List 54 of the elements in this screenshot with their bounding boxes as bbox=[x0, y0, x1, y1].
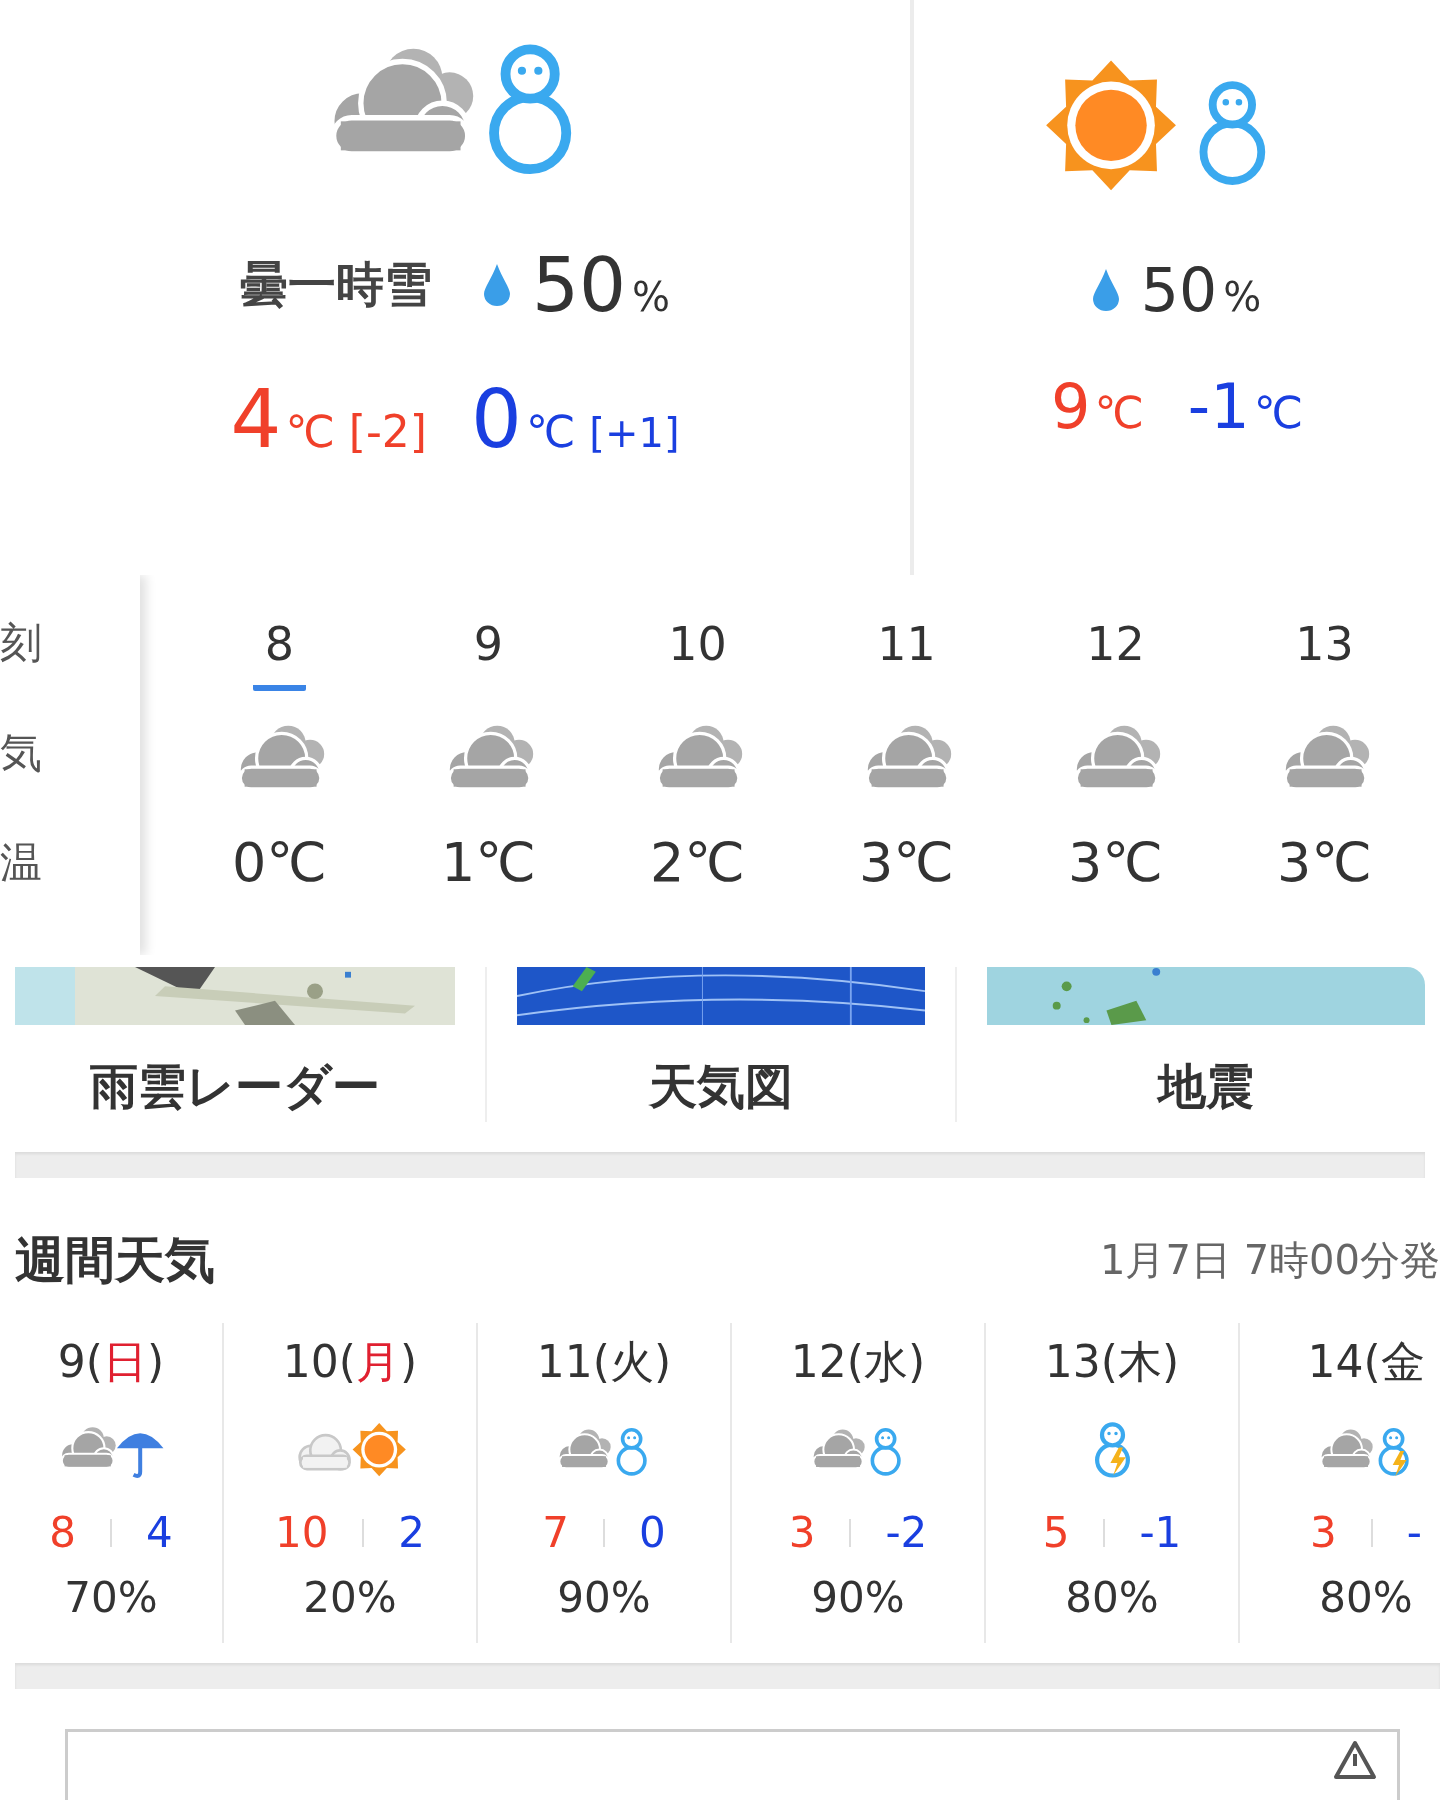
low-temperature: - bbox=[1406, 1508, 1422, 1557]
day-date: 14(金 bbox=[1307, 1335, 1425, 1389]
weather-condition: 曇一時雪 bbox=[239, 255, 432, 314]
section-title: 週間天気 bbox=[15, 1230, 215, 1291]
hour-temperature: 0℃ bbox=[232, 831, 327, 894]
hour-tab[interactable]: 10 bbox=[656, 617, 739, 691]
hour-temperature: 2℃ bbox=[650, 831, 745, 894]
row-label: 温 bbox=[0, 837, 43, 889]
low-temperature: -2 bbox=[885, 1508, 928, 1557]
day-date: 12(水) bbox=[790, 1335, 926, 1389]
raindrop-icon bbox=[483, 264, 510, 306]
high-temperature: 3 bbox=[1310, 1508, 1337, 1557]
precipitation-chance: 80% bbox=[1319, 1573, 1413, 1622]
row-label: 刻 bbox=[0, 617, 43, 669]
link-label[interactable]: 天気図 bbox=[649, 1055, 793, 1119]
issued-time: 1月7日 7時00分発 bbox=[1100, 1236, 1440, 1285]
day-date: 10(月) bbox=[282, 1335, 418, 1389]
day-date: 11(火) bbox=[536, 1335, 672, 1389]
high-temperature: 5 bbox=[1042, 1508, 1070, 1557]
hour-tab[interactable]: 9 bbox=[461, 617, 516, 691]
hour-temperature: 1℃ bbox=[441, 831, 536, 894]
low-temperature: 0℃ [+1] bbox=[471, 373, 680, 466]
hour-tab[interactable]: 11 bbox=[865, 617, 948, 691]
precipitation-chance: 80% bbox=[1065, 1573, 1159, 1622]
precipitation-chance: 70% bbox=[64, 1573, 158, 1622]
day-date: 9(日) bbox=[57, 1335, 165, 1389]
high-temperature: 4℃ [-2] bbox=[230, 373, 427, 466]
low-temperature: -1 bbox=[1139, 1508, 1182, 1557]
low-temperature: 0 bbox=[639, 1508, 666, 1557]
precipitation-chance: 20% bbox=[303, 1573, 397, 1622]
high-temperature: 9℃ bbox=[1050, 370, 1144, 443]
precipitation-chance: 50% bbox=[1140, 255, 1262, 325]
row-label: 気 bbox=[0, 727, 43, 779]
link-label[interactable]: 地震 bbox=[1158, 1055, 1254, 1119]
low-temperature: 4 bbox=[146, 1508, 173, 1557]
hour-temperature: 3℃ bbox=[859, 831, 954, 894]
hour-tab[interactable]: 12 bbox=[1074, 617, 1157, 691]
raindrop-icon bbox=[1092, 269, 1119, 311]
high-temperature: 3 bbox=[788, 1508, 816, 1557]
high-temperature: 8 bbox=[49, 1508, 76, 1557]
low-temperature: 2 bbox=[398, 1508, 426, 1557]
hour-temperature: 3℃ bbox=[1068, 831, 1163, 894]
precipitation-chance: 50% bbox=[531, 242, 671, 328]
high-temperature: 7 bbox=[542, 1508, 569, 1557]
precipitation-chance: 90% bbox=[811, 1573, 905, 1622]
hour-tab[interactable]: 8 bbox=[252, 617, 307, 691]
link-label[interactable]: 雨雲レーダー bbox=[90, 1055, 380, 1119]
low-temperature: -1℃ bbox=[1187, 370, 1304, 443]
hour-temperature: 3℃ bbox=[1277, 831, 1372, 894]
high-temperature: 10 bbox=[274, 1508, 329, 1557]
warning-icon bbox=[1333, 1740, 1377, 1780]
precipitation-chance: 90% bbox=[557, 1573, 651, 1622]
day-date: 13(木) bbox=[1044, 1335, 1180, 1389]
hour-tab[interactable]: 13 bbox=[1283, 617, 1366, 691]
